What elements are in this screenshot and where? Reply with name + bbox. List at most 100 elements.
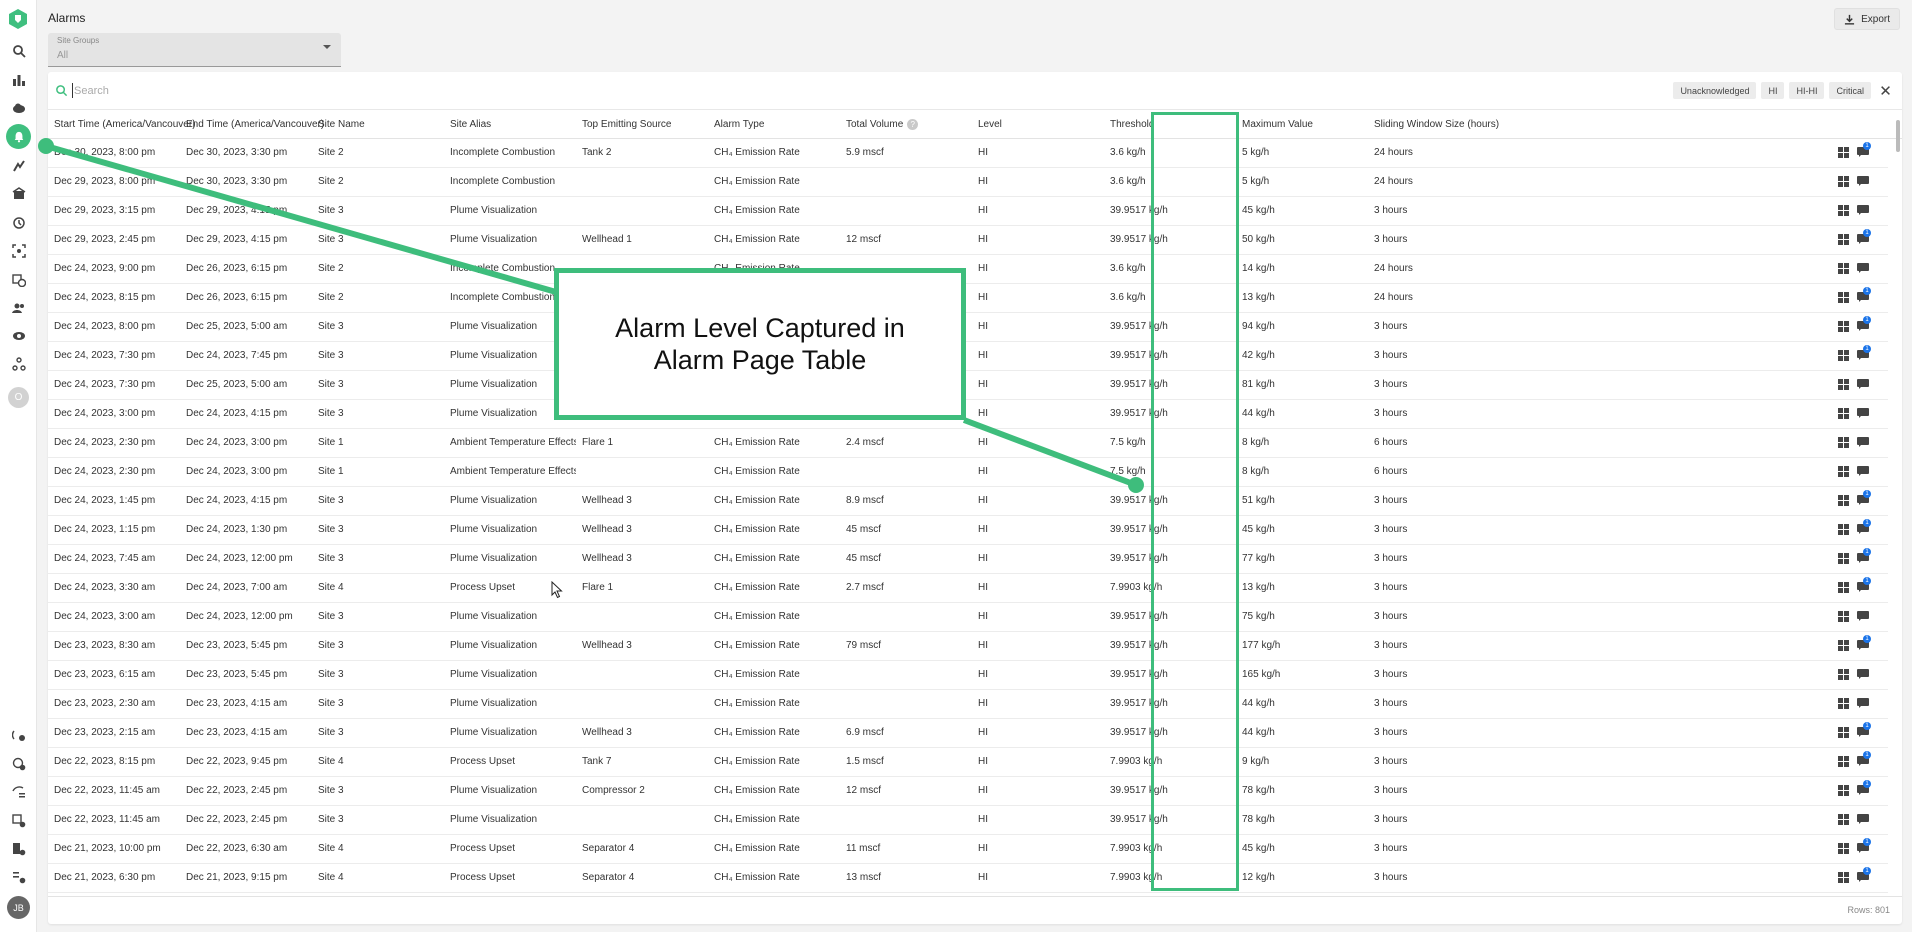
dashboard-icon[interactable]: [1838, 785, 1849, 796]
column-header-sliding-window-size[interactable]: Sliding Window Size (hours): [1374, 110, 1499, 139]
comment-icon[interactable]: 1: [1857, 577, 1871, 593]
comment-icon[interactable]: 1: [1857, 548, 1871, 564]
comment-icon[interactable]: 1: [1857, 519, 1871, 535]
dashboard-icon[interactable]: [1838, 263, 1849, 274]
cloud-icon[interactable]: [8, 97, 29, 118]
dashboard-icon[interactable]: [1838, 843, 1849, 854]
table-row[interactable]: Dec 29, 2023, 2:45 pm Dec 29, 2023, 4:15 …: [48, 226, 1888, 255]
dashboard-icon[interactable]: [1838, 524, 1849, 535]
eye-icon[interactable]: [8, 325, 29, 346]
dashboard-icon[interactable]: [1838, 350, 1849, 361]
help-icon[interactable]: ?: [907, 119, 919, 130]
column-header-maximum-value[interactable]: Maximum Value: [1242, 110, 1313, 139]
comment-icon[interactable]: [1857, 437, 1869, 448]
dashboard-icon[interactable]: [1838, 698, 1849, 709]
column-header-end-time[interactable]: End Time (America/Vancouver): [186, 110, 324, 139]
filter-chip-unacknowledged[interactable]: Unacknowledged: [1673, 82, 1757, 99]
network-icon[interactable]: [8, 353, 29, 374]
table-row[interactable]: Dec 29, 2023, 3:15 pm Dec 29, 2023, 4:15 …: [48, 197, 1888, 226]
search-icon[interactable]: [8, 40, 29, 61]
alarm-bell-icon[interactable]: [6, 124, 31, 149]
table-row[interactable]: Dec 24, 2023, 7:30 pm Dec 24, 2023, 7:45 …: [48, 342, 1888, 371]
dashboard-icon[interactable]: [1838, 292, 1849, 303]
filter-chip-hi[interactable]: HI: [1761, 82, 1785, 99]
dashboard-icon[interactable]: [1838, 582, 1849, 593]
comment-icon[interactable]: 1: [1857, 780, 1871, 796]
table-row[interactable]: Dec 22, 2023, 11:45 am Dec 22, 2023, 2:45…: [48, 806, 1888, 835]
comment-icon[interactable]: 1: [1857, 635, 1871, 651]
dashboard-icon[interactable]: [1838, 234, 1849, 245]
scrollbar[interactable]: [1896, 120, 1900, 152]
table-row[interactable]: Dec 30, 2023, 8:00 pm Dec 30, 2023, 3:30 …: [48, 139, 1888, 168]
column-header-level[interactable]: Level: [978, 110, 1002, 139]
comment-icon[interactable]: [1857, 611, 1869, 622]
comment-icon[interactable]: 1: [1857, 751, 1871, 767]
comment-icon[interactable]: [1857, 814, 1869, 825]
filter-chip-hi-hi[interactable]: HI-HI: [1789, 82, 1825, 99]
table-row[interactable]: Dec 24, 2023, 3:00 pm Dec 24, 2023, 4:15 …: [48, 400, 1888, 429]
comment-icon[interactable]: 1: [1857, 229, 1871, 245]
site-settings-icon[interactable]: [8, 838, 29, 859]
column-header-site-alias[interactable]: Site Alias: [450, 110, 491, 139]
table-row[interactable]: Dec 24, 2023, 2:30 pm Dec 24, 2023, 3:00 …: [48, 458, 1888, 487]
dashboard-icon[interactable]: [1838, 408, 1849, 419]
user-avatar[interactable]: JB: [7, 896, 30, 919]
table-row[interactable]: Dec 23, 2023, 2:15 am Dec 23, 2023, 4:15 …: [48, 719, 1888, 748]
table-row[interactable]: Dec 24, 2023, 2:30 pm Dec 24, 2023, 3:00 …: [48, 429, 1888, 458]
location-settings-icon[interactable]: [8, 810, 29, 831]
column-header-total-volume[interactable]: Total Volume?: [846, 110, 919, 139]
table-row[interactable]: Dec 23, 2023, 6:15 am Dec 23, 2023, 5:45 …: [48, 661, 1888, 690]
history-icon[interactable]: [8, 212, 29, 233]
plume-icon[interactable]: [8, 155, 29, 176]
dashboard-icon[interactable]: [1838, 756, 1849, 767]
dashboard-icon[interactable]: [1838, 176, 1849, 187]
comment-icon[interactable]: 1: [1857, 838, 1871, 854]
table-row[interactable]: Dec 24, 2023, 1:15 pm Dec 24, 2023, 1:30 …: [48, 516, 1888, 545]
column-header-alarm-type[interactable]: Alarm Type: [714, 110, 764, 139]
users-icon[interactable]: [8, 297, 29, 318]
dashboard-icon[interactable]: [1838, 379, 1849, 390]
comment-icon[interactable]: 1: [1857, 867, 1871, 883]
comment-icon[interactable]: 1: [1857, 345, 1871, 361]
comment-icon[interactable]: [1857, 205, 1869, 216]
admin-settings-icon[interactable]: [8, 866, 29, 887]
comment-icon[interactable]: [1857, 698, 1869, 709]
dashboard-icon[interactable]: [1838, 147, 1849, 158]
table-row[interactable]: Dec 24, 2023, 8:00 pm Dec 25, 2023, 5:00 …: [48, 313, 1888, 342]
table-row[interactable]: Dec 24, 2023, 9:00 pm Dec 26, 2023, 6:15 …: [48, 255, 1888, 284]
bar-chart-icon[interactable]: [8, 69, 29, 90]
comment-icon[interactable]: 1: [1857, 722, 1871, 738]
table-row[interactable]: Dec 21, 2023, 6:30 pm Dec 21, 2023, 9:15 …: [48, 864, 1888, 893]
table-row[interactable]: Dec 23, 2023, 8:30 am Dec 23, 2023, 5:45 …: [48, 632, 1888, 661]
column-header-top-emitting-source[interactable]: Top Emitting Source: [582, 110, 672, 139]
table-row[interactable]: Dec 21, 2023, 10:00 pm Dec 22, 2023, 6:30…: [48, 835, 1888, 864]
site-avatar[interactable]: O: [8, 387, 29, 408]
dashboard-icon[interactable]: [1838, 611, 1849, 622]
site-groups-select[interactable]: Site Groups All: [48, 33, 341, 67]
gas-station-icon[interactable]: [8, 183, 29, 204]
comment-icon[interactable]: [1857, 408, 1869, 419]
comment-icon[interactable]: 1: [1857, 142, 1871, 158]
table-row[interactable]: Dec 29, 2023, 8:00 pm Dec 30, 2023, 3:30 …: [48, 168, 1888, 197]
table-row[interactable]: Dec 24, 2023, 1:45 pm Dec 24, 2023, 4:15 …: [48, 487, 1888, 516]
dashboard-icon[interactable]: [1838, 321, 1849, 332]
comment-icon[interactable]: 1: [1857, 490, 1871, 506]
table-row[interactable]: Dec 24, 2023, 3:00 am Dec 24, 2023, 12:00…: [48, 603, 1888, 632]
column-header-threshold[interactable]: Threshold: [1110, 110, 1154, 139]
scan-icon[interactable]: [8, 240, 29, 261]
dashboard-icon[interactable]: [1838, 814, 1849, 825]
table-row[interactable]: Dec 22, 2023, 8:15 pm Dec 22, 2023, 9:45 …: [48, 748, 1888, 777]
search-input[interactable]: [74, 81, 574, 101]
comment-icon[interactable]: [1857, 379, 1869, 390]
dashboard-icon[interactable]: [1838, 437, 1849, 448]
app-logo[interactable]: [7, 8, 29, 30]
dashboard-icon[interactable]: [1838, 205, 1849, 216]
dashboard-icon[interactable]: [1838, 669, 1849, 680]
device-settings-icon[interactable]: [8, 753, 29, 774]
table-row[interactable]: Dec 23, 2023, 2:30 am Dec 23, 2023, 4:15 …: [48, 690, 1888, 719]
feed-settings-icon[interactable]: [8, 781, 29, 802]
dashboard-icon[interactable]: [1838, 466, 1849, 477]
comment-icon[interactable]: 1: [1857, 316, 1871, 332]
dashboard-icon[interactable]: [1838, 727, 1849, 738]
table-row[interactable]: Dec 24, 2023, 8:15 pm Dec 26, 2023, 6:15 …: [48, 284, 1888, 313]
